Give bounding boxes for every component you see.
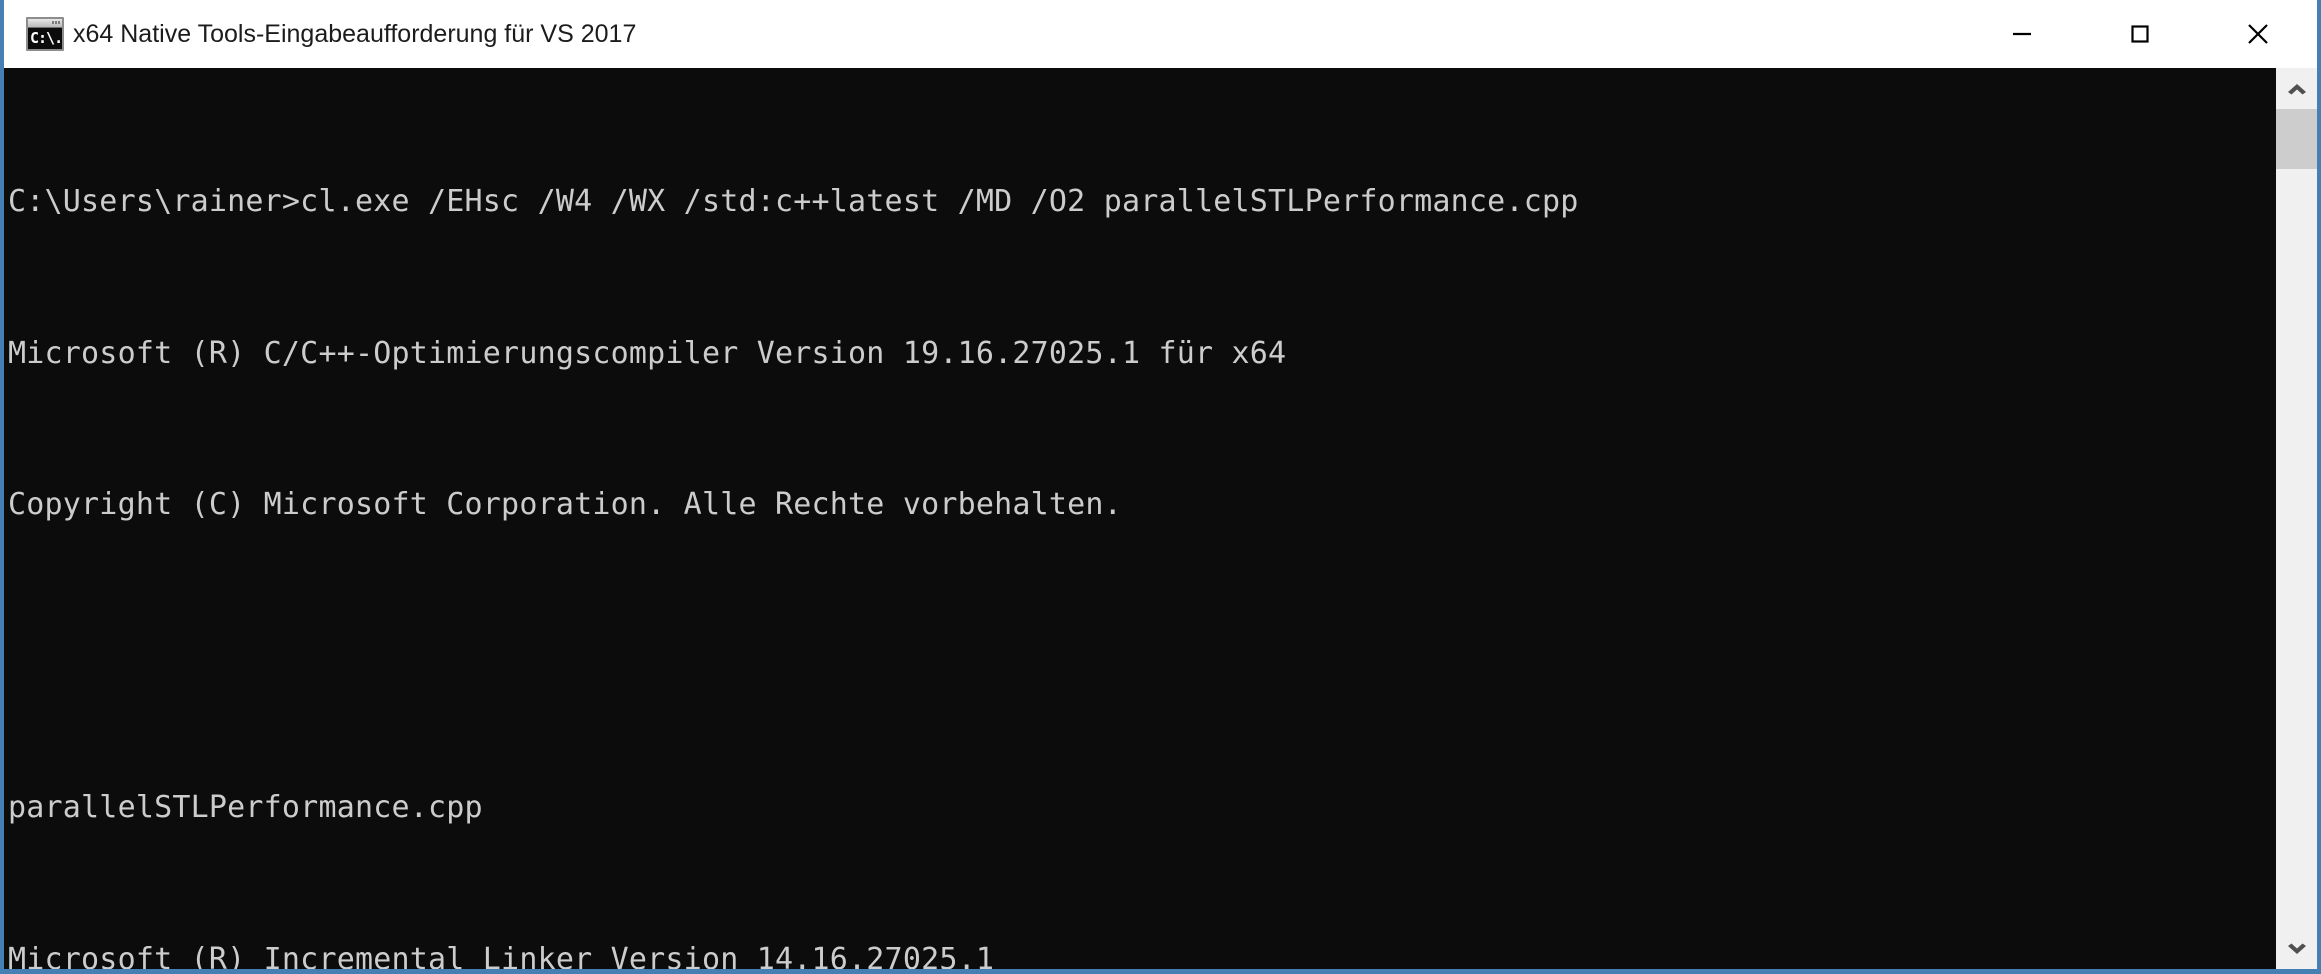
scroll-up-arrow-icon — [2285, 81, 2309, 97]
console-line: Microsoft (R) Incremental Linker Version… — [8, 935, 2276, 970]
console-line-blank — [8, 632, 2276, 683]
console-output[interactable]: C:\Users\rainer>cl.exe /EHsc /W4 /WX /st… — [4, 68, 2276, 969]
maximize-icon — [2125, 19, 2155, 49]
console-line: Microsoft (R) C/C++-Optimierungscompiler… — [8, 329, 2276, 380]
minimize-button[interactable] — [1963, 0, 2081, 68]
console-line: C:\Users\rainer>cl.exe /EHsc /W4 /WX /st… — [8, 177, 2276, 228]
scroll-up-button[interactable] — [2276, 68, 2317, 109]
console-area: C:\Users\rainer>cl.exe /EHsc /W4 /WX /st… — [4, 68, 2317, 969]
scroll-down-button[interactable] — [2276, 928, 2317, 969]
minimize-icon — [2007, 19, 2037, 49]
close-icon — [2242, 18, 2274, 50]
scrollbar-thumb[interactable] — [2276, 109, 2317, 169]
cmd-prompt-icon: C:\. — [26, 17, 64, 51]
vertical-scrollbar[interactable] — [2276, 68, 2317, 969]
console-line: Copyright (C) Microsoft Corporation. All… — [8, 480, 2276, 531]
console-line: parallelSTLPerformance.cpp — [8, 783, 2276, 834]
maximize-button[interactable] — [2081, 0, 2199, 68]
scroll-down-arrow-icon — [2285, 941, 2309, 957]
close-button[interactable] — [2199, 0, 2317, 68]
console-window: C:\. x64 Native Tools-Eingabeaufforderun… — [0, 0, 2321, 974]
scrollbar-track[interactable] — [2276, 109, 2317, 928]
cmd-icon-dots — [52, 21, 60, 24]
cmd-icon-glyph: C:\. — [30, 30, 62, 47]
title-bar[interactable]: C:\. x64 Native Tools-Eingabeaufforderun… — [4, 0, 2317, 68]
window-title: x64 Native Tools-Eingabeaufforderung für… — [73, 22, 636, 47]
window-controls — [1963, 0, 2317, 68]
title-bar-left: C:\. x64 Native Tools-Eingabeaufforderun… — [4, 0, 1963, 68]
